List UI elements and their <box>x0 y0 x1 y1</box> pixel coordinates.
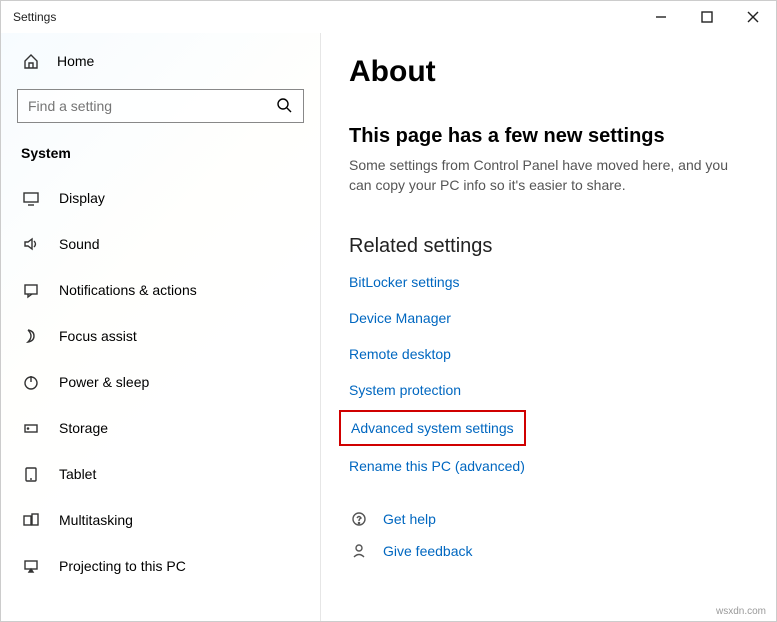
feedback-row: Give feedback <box>349 542 748 560</box>
sidebar-item-notifications[interactable]: Notifications & actions <box>1 267 320 313</box>
home-icon <box>21 51 41 71</box>
sidebar-item-multitasking[interactable]: Multitasking <box>1 497 320 543</box>
sidebar-item-label: Storage <box>59 420 108 436</box>
sidebar-item-label: Tablet <box>59 466 96 482</box>
related-heading: Related settings <box>349 235 748 258</box>
search-box[interactable] <box>17 89 304 123</box>
link-rename-pc[interactable]: Rename this PC (advanced) <box>349 458 525 474</box>
notifications-icon <box>21 280 41 300</box>
sidebar-item-focus-assist[interactable]: Focus assist <box>1 313 320 359</box>
sound-icon <box>21 234 41 254</box>
focus-assist-icon <box>21 326 41 346</box>
sidebar-item-label: Notifications & actions <box>59 282 197 298</box>
sidebar-item-display[interactable]: Display <box>1 175 320 221</box>
link-remote-desktop[interactable]: Remote desktop <box>349 346 451 362</box>
sidebar-item-tablet[interactable]: Tablet <box>1 451 320 497</box>
get-help-link[interactable]: Get help <box>383 511 436 527</box>
sidebar-item-sound[interactable]: Sound <box>1 221 320 267</box>
home-nav[interactable]: Home <box>1 41 320 81</box>
sidebar-item-label: Power & sleep <box>59 374 149 390</box>
page-title: About <box>349 55 748 89</box>
maximize-icon <box>698 8 716 26</box>
close-button[interactable] <box>730 1 776 33</box>
feedback-icon <box>349 542 369 560</box>
sidebar-item-label: Sound <box>59 236 99 252</box>
give-feedback-link[interactable]: Give feedback <box>383 543 473 559</box>
section-label: System <box>1 135 320 175</box>
multitasking-icon <box>21 510 41 530</box>
minimize-button[interactable] <box>638 1 684 33</box>
watermark: wsxdn.com <box>716 606 766 617</box>
link-system-protection[interactable]: System protection <box>349 382 461 398</box>
maximize-button[interactable] <box>684 1 730 33</box>
sidebar-item-label: Multitasking <box>59 512 133 528</box>
sidebar-item-storage[interactable]: Storage <box>1 405 320 451</box>
link-bitlocker[interactable]: BitLocker settings <box>349 274 460 290</box>
link-advanced-system-settings[interactable]: Advanced system settings <box>339 410 526 446</box>
main-content: About This page has a few new settings S… <box>321 33 776 621</box>
sidebar-item-label: Projecting to this PC <box>59 558 186 574</box>
home-label: Home <box>57 53 94 69</box>
projecting-icon <box>21 556 41 576</box>
display-icon <box>21 188 41 208</box>
window-title: Settings <box>13 10 56 24</box>
sidebar: Home System Display Sound Notificat <box>1 33 321 621</box>
sub-body: Some settings from Control Panel have mo… <box>349 156 748 195</box>
close-icon <box>744 8 762 26</box>
sidebar-item-label: Focus assist <box>59 328 137 344</box>
sidebar-item-projecting[interactable]: Projecting to this PC <box>1 543 320 589</box>
sidebar-item-power-sleep[interactable]: Power & sleep <box>1 359 320 405</box>
sub-heading: This page has a few new settings <box>349 125 748 148</box>
help-icon <box>349 510 369 528</box>
link-device-manager[interactable]: Device Manager <box>349 310 451 326</box>
titlebar: Settings <box>1 1 776 33</box>
sidebar-item-label: Display <box>59 190 105 206</box>
power-icon <box>21 372 41 392</box>
help-row: Get help <box>349 510 748 528</box>
tablet-icon <box>21 464 41 484</box>
window-controls <box>638 1 776 33</box>
search-icon <box>275 96 293 117</box>
search-input[interactable] <box>28 98 275 114</box>
minimize-icon <box>652 8 670 26</box>
storage-icon <box>21 418 41 438</box>
